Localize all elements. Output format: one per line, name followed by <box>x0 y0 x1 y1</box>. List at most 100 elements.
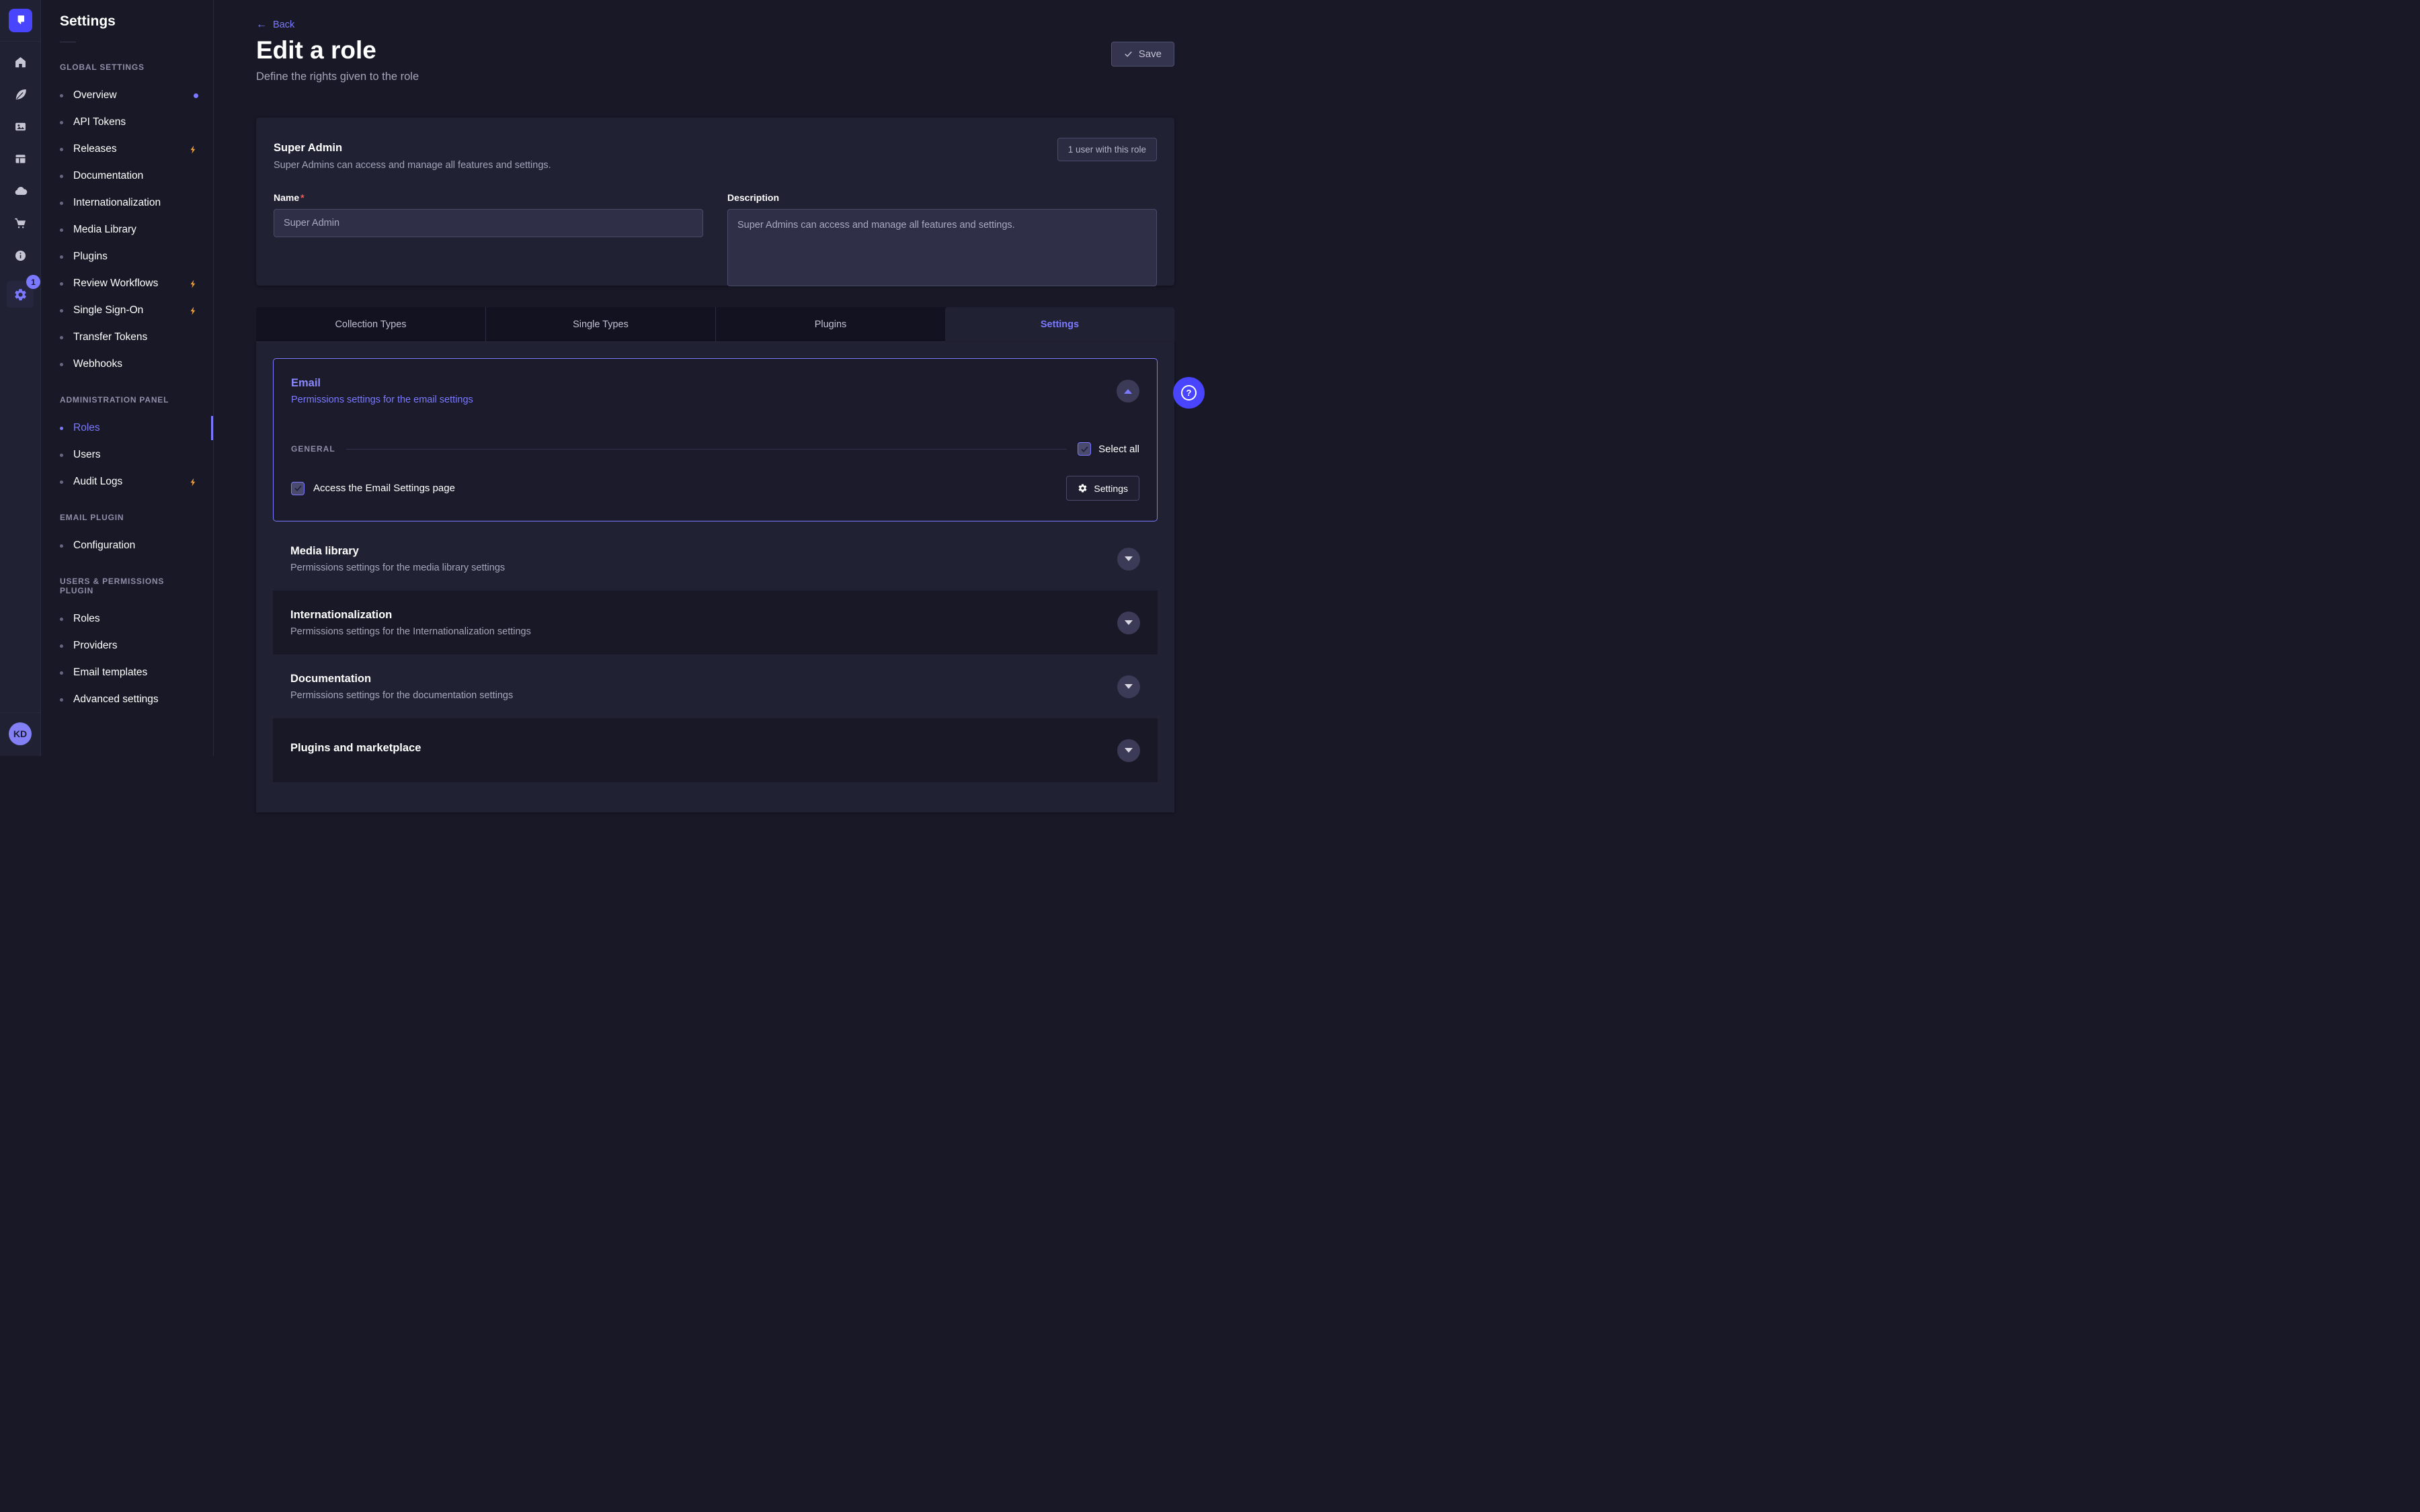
sidebar-item-overview[interactable]: Overview <box>41 82 213 109</box>
accordion-title: Email <box>291 377 473 390</box>
sidebar-item-releases[interactable]: Releases <box>41 136 213 163</box>
content-type-builder-layout-icon[interactable] <box>7 152 34 166</box>
accordion-subtitle: Permissions settings for the email setti… <box>291 394 473 405</box>
accordion-documentation[interactable]: Documentation Permissions settings for t… <box>273 655 1158 718</box>
sidebar-item-audit-logs[interactable]: Audit Logs <box>41 468 213 495</box>
expand-button[interactable] <box>1117 612 1140 634</box>
bullet-icon <box>60 121 63 124</box>
active-indicator <box>211 416 213 440</box>
back-arrow-icon: ← <box>256 19 267 31</box>
sidebar-item-advanced-settings[interactable]: Advanced settings <box>41 686 213 713</box>
sidebar-item-providers[interactable]: Providers <box>41 632 213 659</box>
bullet-icon <box>60 698 63 702</box>
sidebar-item-roles-admin[interactable]: Roles <box>41 415 213 442</box>
users-with-role-button[interactable]: 1 user with this role <box>1057 138 1157 161</box>
sidebar-item-media-library[interactable]: Media Library <box>41 216 213 243</box>
description-textarea[interactable]: Super Admins can access and manage all f… <box>727 209 1157 286</box>
strapi-logo[interactable] <box>9 9 32 32</box>
expand-button[interactable] <box>1117 675 1140 698</box>
check-icon <box>294 484 302 493</box>
sidebar-item-documentation[interactable]: Documentation <box>41 163 213 190</box>
role-title: Super Admin <box>274 142 551 155</box>
accordion-title: Documentation <box>290 673 513 685</box>
accordion-plugins-and-marketplace[interactable]: Plugins and marketplace <box>273 718 1158 782</box>
bullet-icon <box>60 202 63 205</box>
sidebar-item-internationalization[interactable]: Internationalization <box>41 190 213 216</box>
permissions-tablist: Collection Types Single Types Plugins Se… <box>256 307 1174 342</box>
bullet-icon <box>60 336 63 339</box>
accordion-email: Email Permissions settings for the email… <box>273 358 1158 521</box>
bullet-icon <box>60 148 63 151</box>
accordion-title: Internationalization <box>290 609 531 622</box>
collapse-button[interactable] <box>1117 380 1139 403</box>
accordion-subtitle: Permissions settings for the Internation… <box>290 626 531 637</box>
bullet-icon <box>60 454 63 457</box>
expand-button[interactable] <box>1117 739 1140 762</box>
expand-button[interactable] <box>1117 548 1140 571</box>
page-subtitle: Define the rights given to the role <box>256 71 419 83</box>
accordion-title: Media library <box>290 545 505 558</box>
main-content: ← Back Edit a role Define the rights giv… <box>214 0 1210 756</box>
name-input[interactable] <box>274 209 703 237</box>
bullet-icon <box>60 671 63 675</box>
user-avatar[interactable]: KD <box>9 722 32 745</box>
bullet-icon <box>60 644 63 648</box>
chevron-down-icon <box>1125 620 1133 625</box>
chevron-down-icon <box>1125 684 1133 689</box>
cloud-deploy-icon[interactable] <box>7 184 34 198</box>
sidebar-item-transfer-tokens[interactable]: Transfer Tokens <box>41 324 213 351</box>
description-field-label: Description <box>727 192 1157 203</box>
content-manager-feather-icon[interactable] <box>7 87 34 101</box>
media-library-icon[interactable] <box>7 120 34 134</box>
sidebar-item-single-sign-on[interactable]: Single Sign-On <box>41 297 213 324</box>
sidebar-item-roles-up[interactable]: Roles <box>41 605 213 632</box>
subnav-title: Settings <box>41 0 213 30</box>
tab-settings[interactable]: Settings <box>945 307 1174 342</box>
sidebar-item-review-workflows[interactable]: Review Workflows <box>41 270 213 297</box>
select-all-checkbox[interactable] <box>1078 442 1091 456</box>
info-icon[interactable] <box>7 249 34 263</box>
bullet-icon <box>60 255 63 259</box>
email-settings-button[interactable]: Settings <box>1066 476 1139 501</box>
gear-icon <box>1078 483 1088 493</box>
marketplace-cart-icon[interactable] <box>7 216 34 230</box>
help-button[interactable]: ? <box>1173 377 1205 409</box>
sidebar-item-configuration[interactable]: Configuration <box>41 532 213 559</box>
bullet-icon <box>60 94 63 97</box>
home-icon[interactable] <box>7 55 34 69</box>
bullet-icon <box>60 427 63 430</box>
sidebar-item-users[interactable]: Users <box>41 442 213 468</box>
sidebar-item-email-templates[interactable]: Email templates <box>41 659 213 686</box>
bullet-icon <box>60 363 63 366</box>
accordion-media-library[interactable]: Media library Permissions settings for t… <box>273 527 1158 591</box>
bullet-icon <box>60 228 63 232</box>
accordion-subtitle: Permissions settings for the documentati… <box>290 690 513 701</box>
accordion-email-header[interactable]: Email Permissions settings for the email… <box>274 359 1157 423</box>
access-email-settings-checkbox[interactable] <box>291 482 305 495</box>
back-link[interactable]: ← Back <box>256 19 294 31</box>
accordion-internationalization[interactable]: Internationalization Permissions setting… <box>273 591 1158 655</box>
bullet-icon <box>60 175 63 178</box>
bullet-icon <box>60 309 63 312</box>
tab-collection-types[interactable]: Collection Types <box>256 307 485 342</box>
permission-label: Access the Email Settings page <box>313 482 455 494</box>
lightning-icon <box>188 306 198 316</box>
sidebar-item-plugins[interactable]: Plugins <box>41 243 213 270</box>
accordion-email-body: GENERAL Select all Access the Email Sett… <box>274 423 1157 521</box>
sidebar-item-api-tokens[interactable]: API Tokens <box>41 109 213 136</box>
section-divider <box>346 449 1067 450</box>
page-title: Edit a role <box>256 36 376 65</box>
nav-section-header: EMAIL PLUGIN <box>41 513 213 522</box>
settings-gear-icon[interactable]: 1 <box>7 281 34 308</box>
tab-single-types[interactable]: Single Types <box>485 307 715 342</box>
sidebar-item-webhooks[interactable]: Webhooks <box>41 351 213 378</box>
accordion-subtitle: Permissions settings for the media libra… <box>290 562 505 573</box>
nav-section-header: USERS & PERMISSIONS PLUGIN <box>41 577 213 595</box>
general-section-label: GENERAL <box>291 444 335 454</box>
strapi-logo-icon <box>14 13 27 29</box>
tab-plugins[interactable]: Plugins <box>715 307 945 342</box>
check-icon <box>1080 445 1089 454</box>
nav-section-header: ADMINISTRATION PANEL <box>41 395 213 405</box>
bullet-icon <box>60 282 63 286</box>
save-button[interactable]: Save <box>1111 42 1174 67</box>
